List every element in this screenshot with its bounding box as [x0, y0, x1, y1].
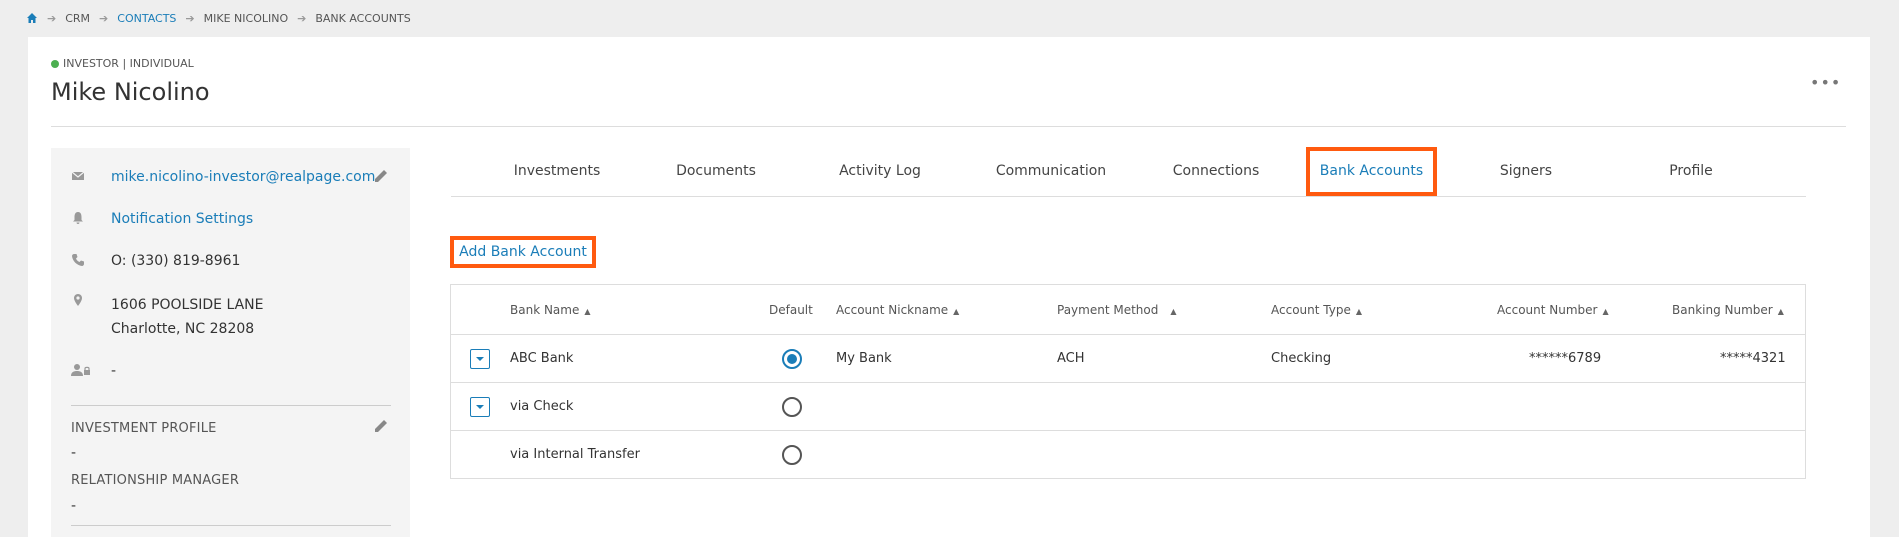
default-radio[interactable]: [782, 445, 802, 465]
edit-contact-icon[interactable]: [373, 168, 389, 184]
header-payment-method[interactable]: Payment Method ▲: [1057, 285, 1177, 335]
home-icon[interactable]: [26, 12, 38, 24]
breadcrumb-contacts[interactable]: CONTACTS: [117, 12, 176, 25]
email-link[interactable]: mike.nicolino-investor@realpage.com: [111, 169, 375, 185]
notification-row: Notification Settings: [71, 211, 253, 227]
tab-profile[interactable]: Profile: [1626, 148, 1756, 196]
tab-activity-log[interactable]: Activity Log: [805, 148, 955, 196]
investment-profile-value: -: [71, 445, 77, 461]
tab-bar: Investments Documents Activity Log Commu…: [451, 147, 1806, 197]
tab-investments[interactable]: Investments: [491, 148, 623, 196]
add-bank-account-button[interactable]: Add Bank Account: [450, 236, 596, 268]
tab-communication[interactable]: Communication: [966, 148, 1136, 196]
tab-documents[interactable]: Documents: [641, 148, 791, 196]
investment-profile-label: INVESTMENT PROFILE: [71, 421, 217, 436]
tab-signers[interactable]: Signers: [1461, 148, 1591, 196]
location-pin-icon: [71, 293, 85, 307]
table-row: ABC Bank My Bank ACH Checking ******6789…: [451, 334, 1805, 382]
phone-icon: [71, 253, 85, 267]
more-options-icon[interactable]: •••: [1810, 73, 1841, 92]
sort-asc-icon: ▲: [953, 307, 960, 316]
cell-bank-name: via Internal Transfer: [510, 447, 640, 462]
relationship-manager-value: -: [71, 498, 77, 514]
address-line-1: 1606 POOLSIDE LANE: [111, 297, 264, 313]
edit-investment-profile-icon[interactable]: [373, 418, 389, 434]
default-radio[interactable]: [782, 397, 802, 417]
email-icon: [71, 169, 85, 183]
relationship-manager-label: RELATIONSHIP MANAGER: [71, 473, 240, 488]
breadcrumb: ➔ CRM ➔ CONTACTS ➔ MIKE NICOLINO ➔ BANK …: [26, 10, 411, 26]
cell-bank-name: ABC Bank: [510, 351, 574, 366]
phone-row: O: (330) 819-8961: [71, 253, 240, 269]
breadcrumb-bank-accounts: BANK ACCOUNTS: [315, 11, 411, 25]
header-account-number[interactable]: Account Number ▲: [1497, 285, 1609, 335]
cell-banking-number: *****4321: [1720, 351, 1786, 366]
expand-row-icon[interactable]: [470, 349, 490, 369]
breadcrumb-separator-icon: ➔: [297, 11, 307, 25]
sort-asc-icon: ▲: [1355, 307, 1362, 316]
bell-icon: [71, 211, 85, 225]
header-default: Default: [769, 303, 813, 317]
bank-accounts-table: Bank Name ▲ Default Account Nickname ▲ Pay…: [450, 284, 1806, 479]
contact-type: INVESTOR | INDIVIDUAL: [51, 57, 194, 70]
sort-asc-icon: ▲: [1602, 307, 1609, 316]
header-account-nickname[interactable]: Account Nickname ▲: [836, 285, 959, 335]
sort-asc-icon: ▲: [584, 307, 591, 316]
cell-account-number: ******6789: [1529, 351, 1602, 366]
address-line-2: Charlotte, NC 28208: [111, 321, 255, 337]
header-divider: [51, 126, 1846, 127]
address-row: 1606 POOLSIDE LANE Charlotte, NC 28208: [71, 293, 263, 341]
table-row: via Check: [451, 382, 1805, 430]
header-banking-number[interactable]: Banking Number ▲: [1672, 285, 1784, 335]
user-value: -: [111, 363, 117, 379]
notification-settings-link[interactable]: Notification Settings: [111, 211, 253, 227]
expand-row-icon[interactable]: [470, 397, 490, 417]
page-title: Mike Nicolino: [51, 78, 210, 106]
table-row: via Internal Transfer: [451, 430, 1805, 478]
breadcrumb-contact-name: MIKE NICOLINO: [203, 11, 289, 25]
cell-account-type: Checking: [1271, 351, 1332, 366]
breadcrumb-separator-icon: ➔: [185, 11, 195, 25]
sort-asc-icon: ▲: [1170, 307, 1177, 316]
status-dot-icon: [51, 59, 59, 68]
cell-account-nickname: My Bank: [836, 351, 892, 366]
default-radio[interactable]: [782, 349, 802, 369]
cell-payment-method: ACH: [1057, 351, 1085, 366]
header-account-type[interactable]: Account Type ▲: [1271, 285, 1362, 335]
tab-connections[interactable]: Connections: [1141, 148, 1291, 196]
tab-bank-accounts[interactable]: Bank Accounts: [1306, 147, 1437, 196]
sidebar-divider: [71, 405, 391, 406]
user-row: -: [71, 363, 116, 379]
breadcrumb-crm[interactable]: CRM: [65, 12, 90, 25]
breadcrumb-separator-icon: ➔: [47, 11, 57, 25]
contact-type-label: INVESTOR | INDIVIDUAL: [63, 57, 194, 70]
sort-asc-icon: ▲: [1777, 307, 1784, 316]
cell-bank-name: via Check: [510, 399, 574, 414]
breadcrumb-separator-icon: ➔: [99, 11, 109, 25]
contact-sidebar: mike.nicolino-investor@realpage.com Noti…: [51, 148, 410, 537]
phone-number: O: (330) 819-8961: [111, 253, 241, 269]
header-bank-name[interactable]: Bank Name ▲: [510, 285, 591, 335]
user-lock-icon: [71, 363, 91, 377]
email-row: mike.nicolino-investor@realpage.com: [71, 169, 375, 185]
sidebar-divider: [71, 525, 391, 526]
